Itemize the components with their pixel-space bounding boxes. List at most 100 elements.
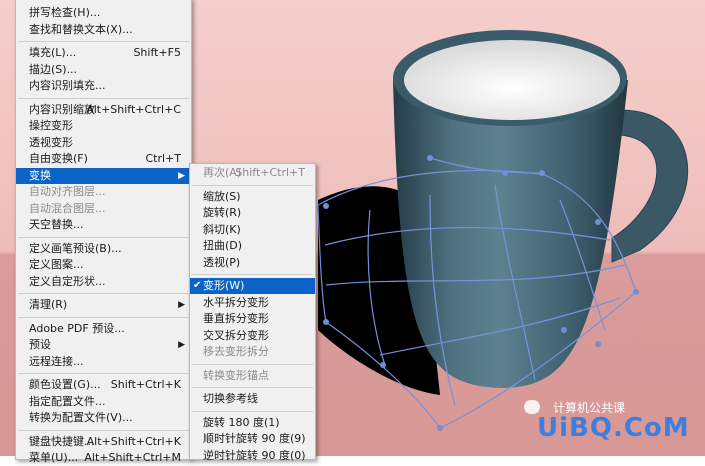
menu-item[interactable]: 旋转 180 度(1): [190, 415, 315, 431]
menu-separator: [18, 373, 189, 374]
menu-item[interactable]: 自由变换(F) Ctrl+T: [16, 151, 191, 167]
menu-separator: [192, 274, 313, 275]
menu-item[interactable]: 填充(L)... Shift+F5: [16, 45, 191, 61]
menu-separator: [192, 387, 313, 388]
menu-item[interactable]: ✔ 变形(W): [190, 278, 315, 294]
menu-item-shortcut: Alt+Shift+Ctrl+M: [84, 451, 181, 464]
menu-item[interactable]: 天空替换...: [16, 217, 191, 233]
menu-item-shortcut: Alt+Shift+Ctrl+C: [86, 102, 181, 116]
menu-item-label: 颜色设置(G)...: [29, 378, 101, 391]
menu-item-label: 移去变形拆分: [203, 345, 269, 358]
menu-item-label: 斜切(K): [203, 222, 241, 236]
menu-item[interactable]: 清理(R) ▶: [16, 297, 191, 313]
menu-separator: [18, 316, 189, 318]
menu-item[interactable]: 扭曲(D): [190, 238, 315, 254]
menu-item-shortcut: Ctrl+T: [145, 152, 181, 165]
menu-item-label: 自动对齐图层...: [29, 185, 106, 198]
menu-item-label: 缩放(S): [203, 189, 241, 203]
menu-item[interactable]: 描边(S)...: [16, 62, 191, 78]
menu-item[interactable]: 拼写检查(H)...: [16, 5, 191, 21]
menu-item-label: 交叉拆分变形: [203, 328, 269, 342]
menu-item-label: 旋转(R): [203, 206, 242, 219]
menu-item[interactable]: 再次(A) Shift+Ctrl+T: [190, 165, 315, 181]
menu-item[interactable]: 顺时针旋转 90 度(9): [190, 431, 315, 447]
menu-item-label: 切换参考线: [203, 392, 258, 405]
menu-item-label: 定义图案...: [29, 258, 84, 271]
menu-item-label: 内容识别缩放: [29, 102, 95, 116]
menu-item[interactable]: 内容识别缩放 Alt+Shift+Ctrl+C: [16, 102, 191, 118]
menu-item[interactable]: 操控变形: [16, 118, 191, 134]
menu-item-label: 垂直拆分变形: [203, 312, 269, 325]
mug-interior: [404, 40, 620, 120]
menu-separator: [18, 41, 189, 42]
menu-item[interactable]: 菜单(U)... Alt+Shift+Ctrl+M: [16, 450, 191, 466]
menu-item-label: 天空替换...: [29, 218, 84, 231]
menu-item[interactable]: 预设 ▶: [16, 337, 191, 353]
menu-item-label: 内容识别填充...: [29, 79, 106, 92]
menu-item-label: 扭曲(D): [203, 239, 243, 252]
menu-item[interactable]: 远程连接...: [16, 354, 191, 370]
menu-item[interactable]: 转换为配置文件(V)...: [16, 410, 191, 426]
menu-item-label: 定义画笔预设(B)...: [29, 241, 122, 255]
menu-item[interactable]: 查找和替换文本(X)...: [16, 22, 191, 38]
menu-item[interactable]: 斜切(K): [190, 222, 315, 238]
menu-item-label: 清理(R): [29, 298, 68, 311]
menu-item[interactable]: 垂直拆分变形: [190, 311, 315, 327]
menu-item-label: 自动混合图层...: [29, 201, 106, 215]
menu-item[interactable]: 旋转(R): [190, 205, 315, 221]
menu-item[interactable]: Adobe PDF 预设...: [16, 321, 191, 337]
menu-item[interactable]: 变换 ▶: [16, 167, 191, 184]
menu-item[interactable]: 交叉拆分变形: [190, 328, 315, 344]
menu-item-label: 操控变形: [29, 119, 73, 132]
edit-menu: 拼写检查(H)... 查找和替换文本(X)... 填充(L)... Shift+F5 描…: [15, 0, 192, 464]
menu-item[interactable]: 透视变形: [16, 135, 191, 151]
menu-separator: [18, 293, 189, 294]
menu-item[interactable]: 自动混合图层...: [16, 201, 191, 217]
wechat-icon: [524, 400, 540, 414]
menu-separator: [192, 184, 313, 186]
menu-item[interactable]: 切换参考线: [190, 391, 315, 407]
menu-item-label: 键盘快捷键...: [29, 434, 95, 448]
menu-item-shortcut: Shift+Ctrl+K: [110, 378, 181, 391]
menu-item-shortcut: Shift+F5: [133, 46, 181, 59]
menu-item-label: 定义自定形状...: [29, 274, 106, 288]
menu-item-label: 旋转 180 度(1): [203, 415, 280, 429]
menu-item-label: 查找和替换文本(X)...: [29, 22, 133, 36]
menu-item-label: 水平拆分变形: [203, 295, 269, 309]
menu-separator: [192, 363, 313, 365]
menu-item[interactable]: 自动对齐图层...: [16, 184, 191, 200]
menu-item[interactable]: 颜色设置(G)... Shift+Ctrl+K: [16, 377, 191, 393]
menu-separator: [192, 410, 313, 412]
menu-item[interactable]: 透视(P): [190, 255, 315, 271]
menu-item-label: 变换: [29, 168, 51, 182]
menu-item[interactable]: 缩放(S): [190, 189, 315, 205]
menu-separator: [18, 97, 189, 99]
menu-item-label: 转换为配置文件(V)...: [29, 411, 133, 424]
menu-item-label: 预设: [29, 338, 51, 351]
menu-item-label: 变形(W): [203, 279, 245, 292]
menu-item-label: 顺时针旋转 90 度(9): [203, 432, 306, 445]
menu-item[interactable]: 键盘快捷键... Alt+Shift+Ctrl+K: [16, 434, 191, 450]
menu-item[interactable]: 定义自定形状...: [16, 274, 191, 290]
submenu-arrow-icon: ▶: [178, 300, 185, 310]
menu-item[interactable]: 定义图案...: [16, 257, 191, 273]
menu-item-label: Adobe PDF 预设...: [29, 321, 125, 335]
menu-item-shortcut: Shift+Ctrl+T: [235, 166, 305, 179]
watermark: UiBQ.CoM: [537, 413, 690, 443]
menu-item-label: 自由变换(F): [29, 152, 88, 165]
submenu-arrow-icon: ▶: [178, 340, 185, 350]
menu-item-label: 填充(L)...: [29, 46, 77, 59]
menu-item-label: 描边(S)...: [29, 62, 78, 76]
menu-item-label: 菜单(U)...: [29, 451, 79, 464]
menu-item-label: 拼写检查(H)...: [29, 6, 101, 19]
menu-item[interactable]: 转换变形锚点: [190, 368, 315, 384]
menu-item[interactable]: 移去变形拆分: [190, 344, 315, 360]
menu-item-label: 转换变形锚点: [203, 368, 269, 382]
menu-item[interactable]: 内容识别填充...: [16, 78, 191, 94]
menu-item-shortcut: Alt+Shift+Ctrl+K: [86, 434, 181, 448]
transform-submenu: 再次(A) Shift+Ctrl+T 缩放(S) 旋转(R) 斜切(K) 扭曲(D) 透视(…: [189, 163, 316, 462]
menu-separator: [18, 236, 189, 238]
menu-item[interactable]: 水平拆分变形: [190, 295, 315, 311]
menu-item[interactable]: 定义画笔预设(B)...: [16, 241, 191, 257]
menu-item[interactable]: 指定配置文件...: [16, 394, 191, 410]
